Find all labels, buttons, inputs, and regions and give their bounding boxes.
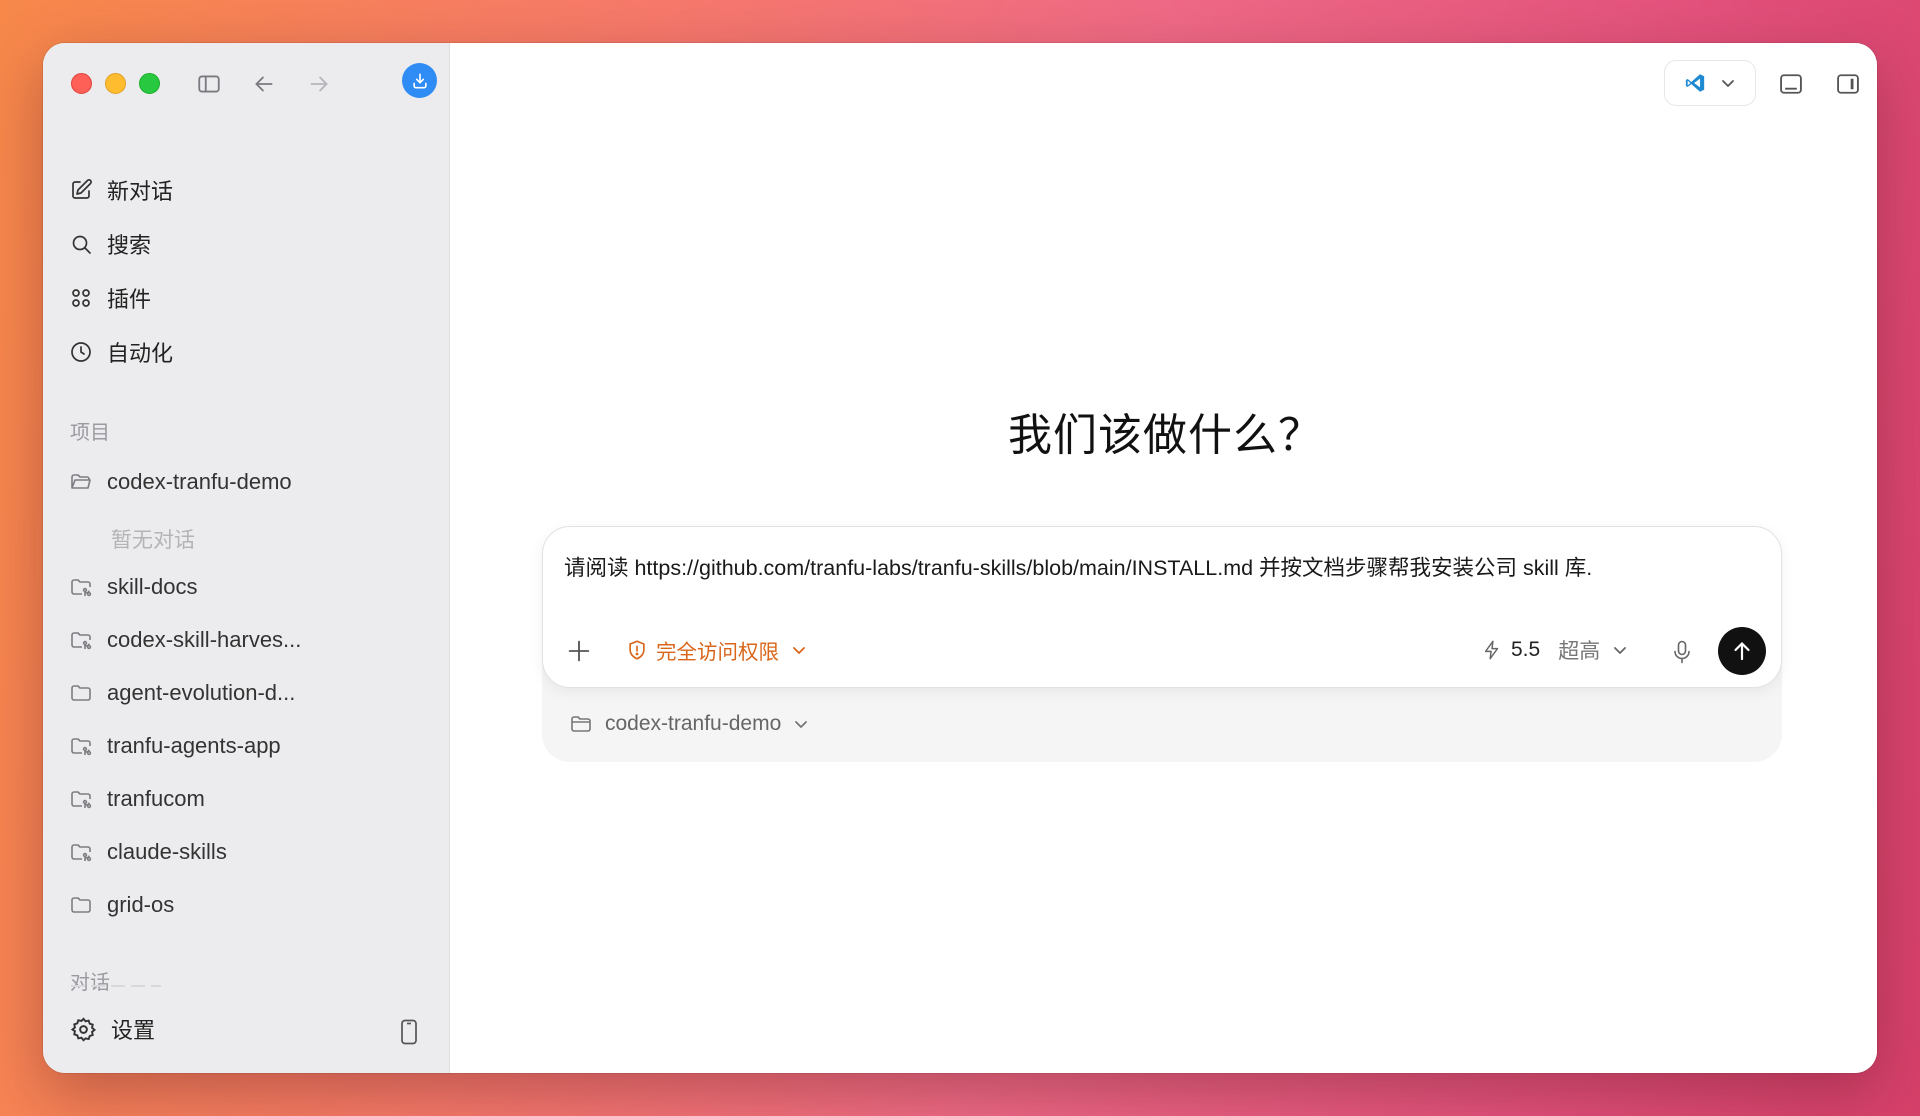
projects-section-label: 项目 xyxy=(70,422,110,444)
project-label: tranfu-agents-app xyxy=(107,733,281,758)
project-label: grid-os xyxy=(107,892,175,917)
nav-automation[interactable]: 自动化 xyxy=(69,332,429,372)
project-item[interactable]: codex-skill-harves... xyxy=(69,620,429,660)
chevron-down-icon xyxy=(795,721,808,728)
project-item[interactable]: tranfu-agents-app xyxy=(69,726,429,766)
back-arrow-icon[interactable] xyxy=(251,71,277,97)
nav-automation-label: 自动化 xyxy=(107,341,174,366)
lightning-icon xyxy=(1484,640,1499,660)
open-in-editor-button[interactable] xyxy=(1664,60,1756,106)
permission-selector[interactable]: 完全访问权限 xyxy=(626,635,807,665)
mobile-device-icon[interactable] xyxy=(398,1019,420,1045)
nav-new-chat[interactable]: 新对话 xyxy=(69,170,429,210)
no-conversations-note: 暂无对话 xyxy=(111,529,195,552)
project-label: skill-docs xyxy=(107,574,198,599)
model-selector[interactable]: 5.5 超高 xyxy=(1481,635,1628,665)
permission-label: 完全访问权限 xyxy=(656,641,779,664)
page-title-text: 我们该做什么？ xyxy=(1008,411,1323,460)
edit-icon xyxy=(72,179,92,199)
warning-icon xyxy=(629,640,645,660)
folder-open-icon xyxy=(71,474,91,489)
project-label: codex-tranfu-demo xyxy=(107,469,292,494)
nav-new-chat-label: 新对话 xyxy=(107,179,174,204)
prompt-composer[interactable]: 请阅读 https://github.com/tranfu-labs/tranf… xyxy=(542,526,1782,688)
main-panel: 我们该做什么？ 请阅读 https://github.com/tranfu-la… xyxy=(450,43,1877,1073)
settings-button[interactable]: 设置 xyxy=(70,1013,155,1045)
project-item[interactable]: codex-tranfu-demo xyxy=(69,462,429,502)
chevron-down-icon xyxy=(793,647,805,654)
page-title: 我们该做什么？ xyxy=(450,399,1877,463)
project-label: agent-evolution-d... xyxy=(107,680,296,705)
prompt-input[interactable]: 请阅读 https://github.com/tranfu-labs/tranf… xyxy=(564,551,1592,582)
project-item[interactable]: grid-os xyxy=(69,885,429,925)
plugins-icon xyxy=(72,289,90,307)
project-item[interactable]: skill-docs xyxy=(69,567,429,607)
folder-icon xyxy=(71,685,91,701)
forward-arrow-icon[interactable] xyxy=(306,71,332,97)
folder-git-icon xyxy=(71,738,92,756)
add-attachment-button[interactable] xyxy=(565,637,593,665)
nav-search[interactable]: 搜索 xyxy=(69,224,429,264)
clock-icon xyxy=(71,342,91,362)
toggle-bottom-panel-icon[interactable] xyxy=(1777,70,1805,98)
model-quality: 超高 xyxy=(1558,640,1601,663)
project-item[interactable]: claude-skills xyxy=(69,832,429,872)
scroll-fade-divider xyxy=(71,985,161,987)
conversations-section-label: 对话 xyxy=(70,972,110,994)
voice-input-button[interactable] xyxy=(1670,639,1694,665)
folder-git-icon xyxy=(71,844,92,862)
project-label: claude-skills xyxy=(107,839,227,864)
plus-icon xyxy=(568,640,590,662)
download-icon xyxy=(412,73,427,88)
project-item[interactable]: agent-evolution-d... xyxy=(69,673,429,713)
composer-container: 请阅读 https://github.com/tranfu-labs/tranf… xyxy=(542,526,1782,762)
chevron-down-icon xyxy=(1614,647,1627,654)
minimize-window-button[interactable] xyxy=(105,73,126,94)
folder-icon xyxy=(71,897,91,913)
nav-plugins[interactable]: 插件 xyxy=(69,278,429,318)
project-label: codex-skill-harves... xyxy=(107,627,302,652)
nav-plugins-label: 插件 xyxy=(107,287,152,312)
folder-git-icon xyxy=(71,632,92,650)
gear-icon xyxy=(70,1016,97,1042)
app-window: 新对话 搜索 插件 自动化 项目 codex-tranfu-demo 暂无对话 … xyxy=(43,43,1877,1073)
window-controls xyxy=(71,73,160,94)
settings-label: 设置 xyxy=(111,1018,156,1043)
close-window-button[interactable] xyxy=(71,73,92,94)
project-selector-label: codex-tranfu-demo xyxy=(605,712,782,735)
project-item[interactable]: tranfucom xyxy=(69,779,429,819)
folder-git-icon xyxy=(71,579,92,597)
project-label: tranfucom xyxy=(107,786,205,811)
search-icon xyxy=(72,235,91,254)
zoom-window-button[interactable] xyxy=(139,73,160,94)
folder-icon xyxy=(571,716,591,732)
toggle-right-panel-icon[interactable] xyxy=(1834,70,1862,98)
project-selector[interactable]: codex-tranfu-demo xyxy=(569,712,809,736)
folder-git-icon xyxy=(71,791,92,809)
arrow-up-icon xyxy=(1734,642,1750,661)
microphone-icon xyxy=(1674,640,1690,664)
sidebar: 新对话 搜索 插件 自动化 项目 codex-tranfu-demo 暂无对话 … xyxy=(43,43,450,1073)
nav-search-label: 搜索 xyxy=(107,233,152,258)
model-version: 5.5 xyxy=(1511,638,1541,661)
chevron-down-icon xyxy=(1722,80,1734,87)
download-update-button[interactable] xyxy=(402,63,437,98)
toggle-sidebar-icon[interactable] xyxy=(196,71,222,97)
vscode-icon xyxy=(1685,74,1705,92)
send-button[interactable] xyxy=(1718,627,1766,675)
